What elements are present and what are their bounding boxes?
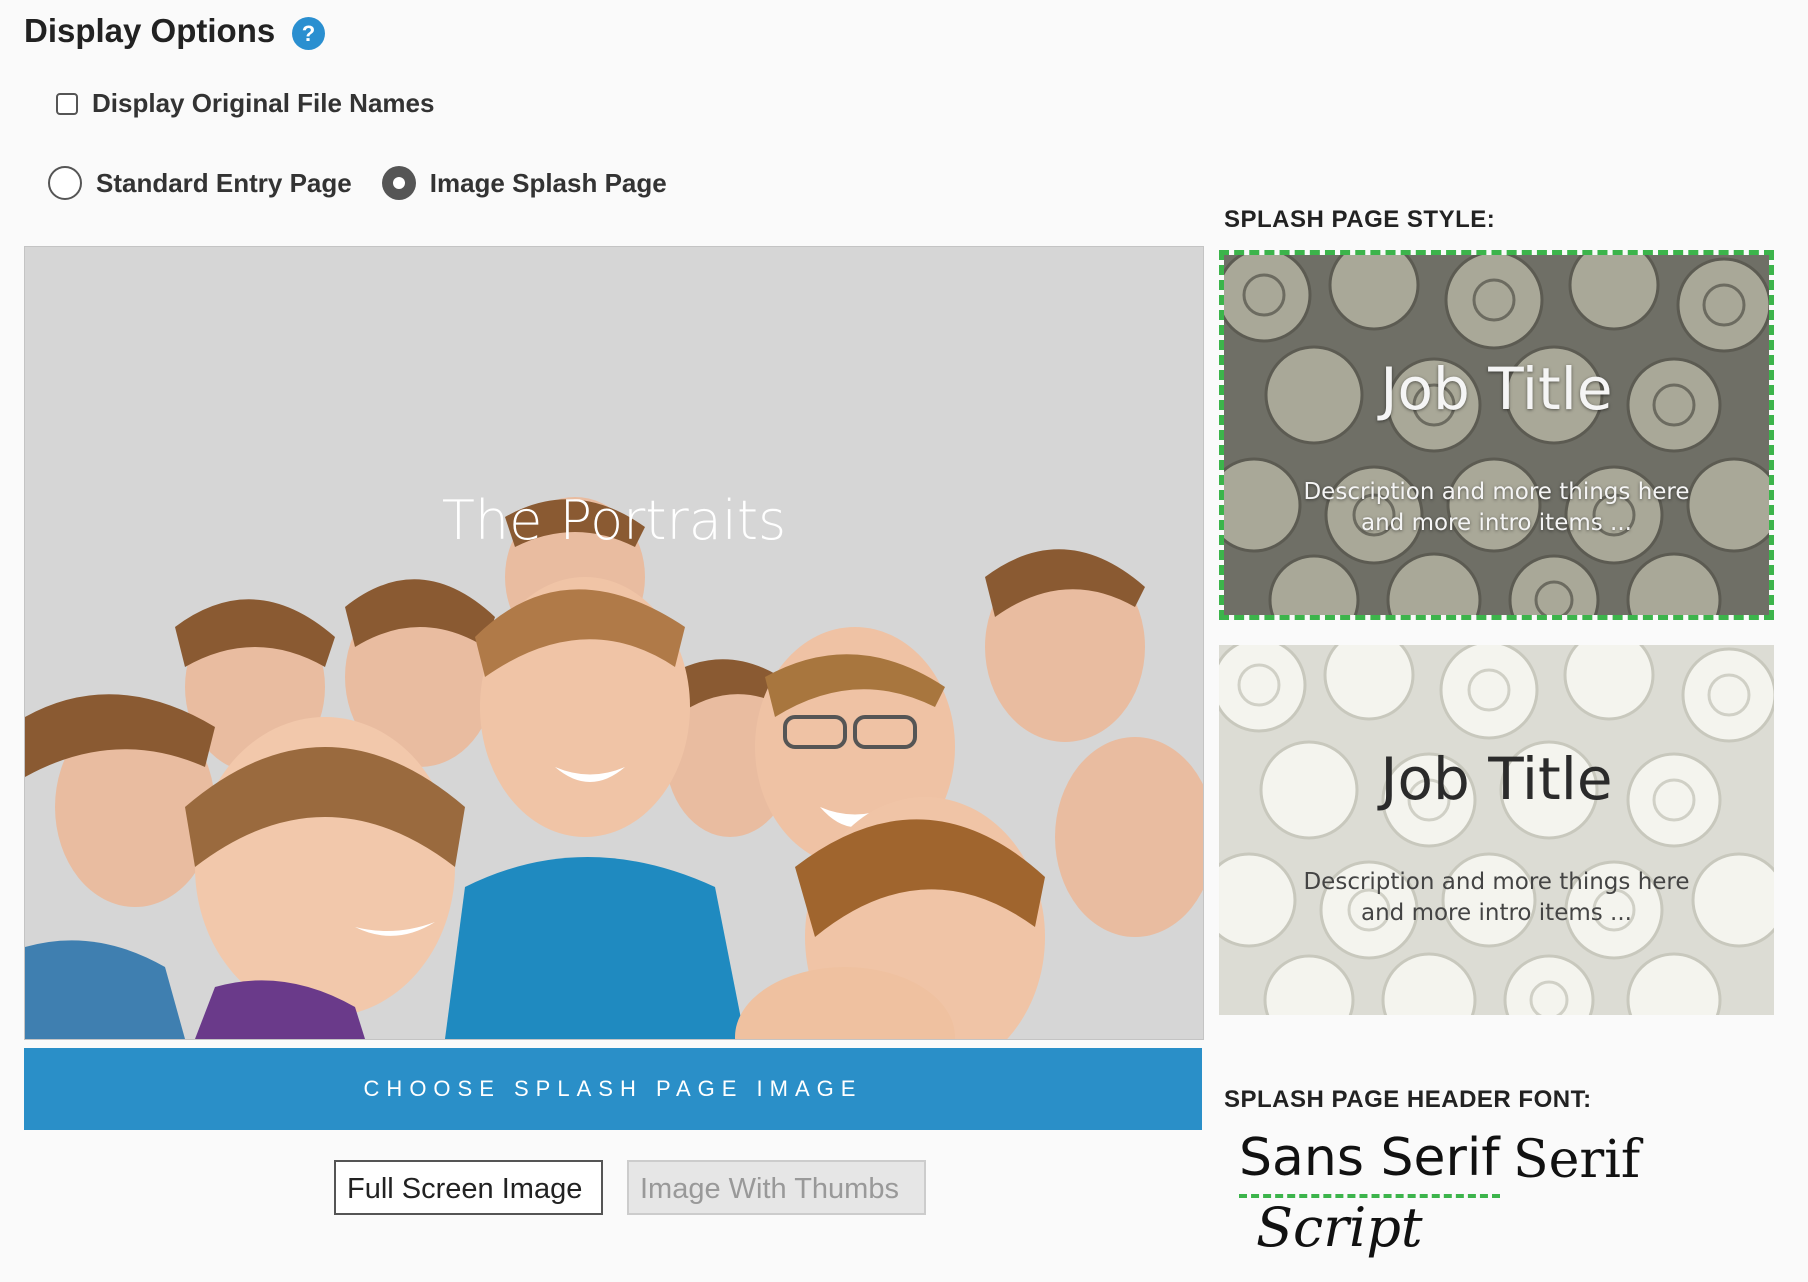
splash-style-dark-card[interactable]: Job Title Description and more things he… — [1219, 250, 1774, 620]
full-screen-image-button[interactable]: Full Screen Image — [334, 1160, 603, 1215]
image-with-thumbs-button[interactable]: Image With Thumbs — [627, 1160, 926, 1215]
display-original-file-names-option[interactable]: Display Original File Names — [56, 88, 434, 119]
splash-style-label: SPLASH PAGE STYLE: — [1224, 206, 1496, 233]
style-card-desc-line1: Description and more things here — [1303, 479, 1690, 505]
roses-background — [1224, 255, 1769, 615]
crowd-photo — [25, 497, 1203, 1039]
splash-font-label: SPLASH PAGE HEADER FONT: — [1224, 1086, 1592, 1113]
splash-style-light-card[interactable]: Job Title Description and more things he… — [1219, 645, 1774, 1015]
standard-entry-page-label: Standard Entry Page — [96, 167, 352, 198]
style-card-description: Description and more things here and mor… — [1219, 867, 1774, 929]
font-option-script[interactable]: Script — [1256, 1196, 1423, 1259]
style-card-desc-line2: and more intro items ... — [1361, 900, 1632, 926]
help-icon[interactable]: ? — [292, 17, 325, 50]
style-card-description: Description and more things here and mor… — [1224, 477, 1769, 539]
roses-background — [1219, 645, 1774, 1015]
image-splash-page-option[interactable]: Image Splash Page — [381, 166, 667, 200]
style-card-desc-line2: and more intro items ... — [1361, 510, 1632, 536]
image-splash-page-radio[interactable] — [381, 166, 416, 200]
image-splash-page-label: Image Splash Page — [429, 167, 667, 198]
display-original-file-names-checkbox[interactable] — [56, 92, 78, 115]
display-original-file-names-label: Display Original File Names — [92, 88, 435, 118]
font-option-serif[interactable]: Serif — [1513, 1130, 1640, 1190]
standard-entry-page-radio[interactable] — [48, 166, 82, 200]
standard-entry-page-option[interactable]: Standard Entry Page — [48, 166, 352, 200]
style-card-title: Job Title — [1380, 745, 1613, 813]
font-option-sans-serif[interactable]: Sans Serif — [1239, 1128, 1500, 1198]
style-card-title: Job Title — [1380, 355, 1613, 423]
splash-preview: The Portraits — [24, 246, 1204, 1040]
style-card-desc-line1: Description and more things here — [1303, 869, 1690, 895]
entry-type-radio-group: Standard Entry Page Image Splash Page — [48, 166, 697, 200]
preview-title: The Portraits — [441, 489, 787, 552]
page-title: Display Options — [24, 12, 276, 49]
choose-splash-image-button[interactable]: CHOOSE SPLASH PAGE IMAGE — [24, 1048, 1202, 1130]
